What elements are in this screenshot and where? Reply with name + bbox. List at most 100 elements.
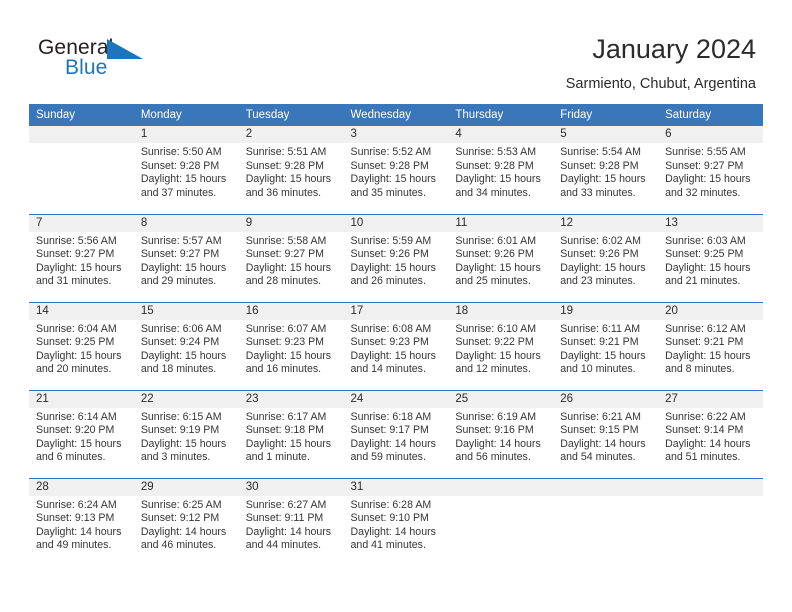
calendar-day-cell[interactable]: 28 Sunrise: 6:24 AM Sunset: 9:13 PM Dayligh… [29,477,134,566]
day-detail-sunrise: Sunrise: 6:28 AM [350,498,432,511]
calendar-day-cell[interactable]: 10 Sunrise: 5:59 AM Sunset: 9:26 PM Dayligh… [343,213,449,302]
day-detail-daylight-line1: Daylight: 15 hours [560,349,646,362]
day-details: Sunrise: 5:51 AM Sunset: 9:28 PM Daylight:… [239,143,344,200]
calendar-day-cell[interactable]: 30 Sunrise: 6:27 AM Sunset: 9:11 PM Dayligh… [238,477,344,566]
calendar-day-cell[interactable]: 27 Sunrise: 6:22 AM Sunset: 9:14 PM Dayligh… [658,389,763,478]
day-detail-sunrise: Sunrise: 6:06 AM [140,322,222,335]
calendar-day-cell[interactable]: 16 Sunrise: 6:07 AM Sunset: 9:23 PM Dayligh… [238,301,344,390]
day-number: 3 [343,126,449,143]
day-detail-daylight-line2: and 56 minutes. [455,451,531,464]
calendar-day-cell[interactable]: 13 Sunrise: 6:03 AM Sunset: 9:25 PM Dayligh… [658,213,763,302]
calendar-day-cell[interactable]: 6 Sunrise: 5:55 AM Sunset: 9:27 PM Daylight… [658,126,763,214]
day-detail-sunrise: Sunrise: 6:19 AM [455,410,537,423]
calendar-day-cell[interactable]: 20 Sunrise: 6:12 AM Sunset: 9:21 PM Dayligh… [658,301,763,390]
weekday-header-monday: Monday [133,104,239,126]
day-detail-daylight-line1: Daylight: 15 hours [350,173,436,186]
calendar-day-cell[interactable]: 31 Sunrise: 6:28 AM Sunset: 9:10 PM Dayligh… [343,477,449,566]
day-details: Sunrise: 6:11 AM Sunset: 9:21 PM Daylight:… [553,320,658,377]
calendar-week-row: 7 Sunrise: 5:56 AM Sunset: 9:27 PM Daylight… [29,213,763,302]
calendar-day-cell[interactable]: 11 Sunrise: 6:01 AM Sunset: 9:26 PM Dayligh… [448,213,554,302]
day-detail-sunset: Sunset: 9:11 PM [245,512,324,525]
calendar-day-cell[interactable]: 3 Sunrise: 5:52 AM Sunset: 9:28 PM Daylight… [343,126,449,214]
day-detail-daylight-line1: Daylight: 15 hours [350,349,436,362]
day-number: 1 [133,126,239,143]
calendar-day-cell[interactable]: 26 Sunrise: 6:21 AM Sunset: 9:15 PM Dayligh… [553,389,659,478]
day-number: 18 [448,302,554,320]
weekday-header-saturday: Saturday [658,104,763,126]
day-detail-sunset: Sunset: 9:21 PM [560,336,639,349]
day-detail-sunrise: Sunrise: 6:17 AM [245,410,327,423]
day-detail-sunset: Sunset: 9:14 PM [665,424,744,437]
day-detail-daylight-line2: and 1 minute. [245,451,310,464]
calendar-day-cell[interactable]: 12 Sunrise: 6:02 AM Sunset: 9:26 PM Dayligh… [553,213,659,302]
day-detail-daylight-line2: and 46 minutes. [140,539,217,552]
day-detail-daylight-line1: Daylight: 15 hours [245,437,332,450]
calendar-day-cell[interactable]: 18 Sunrise: 6:10 AM Sunset: 9:22 PM Dayligh… [448,301,554,390]
day-number: 7 [29,214,134,232]
calendar-day-cell[interactable]: 25 Sunrise: 6:19 AM Sunset: 9:16 PM Dayligh… [448,389,554,478]
day-number: 27 [658,390,763,408]
day-detail-daylight-line1: Daylight: 14 hours [350,525,436,538]
calendar-day-cell[interactable]: 7 Sunrise: 5:56 AM Sunset: 9:27 PM Daylight… [29,213,134,302]
weekday-header-tuesday: Tuesday [238,104,344,126]
day-detail-sunrise: Sunrise: 5:56 AM [36,234,117,247]
calendar-empty-cell [658,477,763,566]
day-detail-daylight-line2: and 37 minutes. [140,186,217,199]
calendar-day-cell[interactable]: 8 Sunrise: 5:57 AM Sunset: 9:27 PM Daylight… [133,213,239,302]
calendar-day-cell[interactable]: 9 Sunrise: 5:58 AM Sunset: 9:27 PM Daylight… [238,213,344,302]
day-detail-sunrise: Sunrise: 5:55 AM [665,146,746,158]
day-detail-sunrise: Sunrise: 6:14 AM [36,410,117,423]
day-details: Sunrise: 6:15 AM Sunset: 9:19 PM Daylight:… [134,408,239,465]
day-detail-sunset: Sunset: 9:21 PM [665,336,744,349]
calendar-day-cell[interactable]: 4 Sunrise: 5:53 AM Sunset: 9:28 PM Daylight… [448,126,554,214]
calendar-day-cell[interactable]: 29 Sunrise: 6:25 AM Sunset: 9:12 PM Dayligh… [133,477,239,566]
day-details: Sunrise: 5:50 AM Sunset: 9:28 PM Daylight:… [134,143,239,200]
day-detail-sunset: Sunset: 9:23 PM [350,336,429,349]
day-details: Sunrise: 6:01 AM Sunset: 9:26 PM Daylight:… [448,232,553,289]
day-detail-sunrise: Sunrise: 6:03 AM [665,234,746,247]
day-details: Sunrise: 6:17 AM Sunset: 9:18 PM Daylight:… [239,408,344,465]
day-detail-daylight-line1: Daylight: 14 hours [36,525,122,538]
calendar-day-cell[interactable]: 2 Sunrise: 5:51 AM Sunset: 9:28 PM Daylight… [238,126,344,214]
calendar-day-cell[interactable]: 21 Sunrise: 6:14 AM Sunset: 9:20 PM Dayligh… [29,389,134,478]
calendar-week-row: 1 Sunrise: 5:50 AM Sunset: 9:28 PM Daylight… [29,126,763,214]
day-number: 9 [238,214,344,232]
calendar-day-cell[interactable]: 1 Sunrise: 5:50 AM Sunset: 9:28 PM Daylight… [133,126,239,214]
day-details: Sunrise: 5:58 AM Sunset: 9:27 PM Daylight:… [239,232,344,289]
day-detail-sunset: Sunset: 9:22 PM [455,336,534,349]
brand-logo[interactable]: General Blue [38,36,178,86]
day-detail-daylight-line1: Daylight: 15 hours [560,173,646,186]
day-detail-daylight-line2: and 36 minutes. [245,186,322,199]
day-detail-sunrise: Sunrise: 6:27 AM [245,498,327,511]
day-detail-sunset: Sunset: 9:28 PM [245,159,325,172]
calendar-day-cell[interactable]: 22 Sunrise: 6:15 AM Sunset: 9:19 PM Dayligh… [133,389,239,478]
day-detail-daylight-line1: Daylight: 15 hours [350,261,436,274]
day-detail-daylight-line2: and 3 minutes. [140,451,211,464]
day-detail-daylight-line2: and 32 minutes. [665,186,741,199]
calendar-day-cell[interactable]: 14 Sunrise: 6:04 AM Sunset: 9:25 PM Dayligh… [29,301,134,390]
calendar-day-cell[interactable]: 23 Sunrise: 6:17 AM Sunset: 9:18 PM Dayligh… [238,389,344,478]
calendar-week-row: 21 Sunrise: 6:14 AM Sunset: 9:20 PM Dayligh… [29,389,763,478]
day-detail-sunset: Sunset: 9:20 PM [36,424,115,437]
calendar-day-cell[interactable]: 24 Sunrise: 6:18 AM Sunset: 9:17 PM Dayligh… [343,389,449,478]
calendar-day-cell[interactable]: 5 Sunrise: 5:54 AM Sunset: 9:28 PM Daylight… [553,126,659,214]
day-detail-sunrise: Sunrise: 6:25 AM [140,498,222,511]
day-number: 12 [553,214,659,232]
day-number: 26 [553,390,659,408]
calendar-day-cell[interactable]: 17 Sunrise: 6:08 AM Sunset: 9:23 PM Dayligh… [343,301,449,390]
day-detail-daylight-line1: Daylight: 15 hours [665,349,751,362]
day-details: Sunrise: 5:59 AM Sunset: 9:26 PM Daylight:… [344,232,449,289]
day-detail-sunset: Sunset: 9:19 PM [140,424,220,437]
day-number: 21 [29,390,134,408]
day-number: 15 [133,302,239,320]
day-detail-daylight-line2: and 16 minutes. [245,363,322,376]
day-detail-daylight-line1: Daylight: 15 hours [140,437,227,450]
day-detail-sunset: Sunset: 9:17 PM [350,424,429,437]
day-detail-sunrise: Sunrise: 6:04 AM [36,322,117,335]
page-subtitle: Sarmiento, Chubut, Argentina [565,76,756,92]
calendar-day-cell[interactable]: 15 Sunrise: 6:06 AM Sunset: 9:24 PM Dayligh… [133,301,239,390]
day-detail-daylight-line1: Daylight: 15 hours [455,261,541,274]
calendar-day-cell[interactable]: 19 Sunrise: 6:11 AM Sunset: 9:21 PM Dayligh… [553,301,659,390]
day-detail-daylight-line1: Daylight: 14 hours [350,437,436,450]
day-detail-daylight-line1: Daylight: 15 hours [140,261,227,274]
